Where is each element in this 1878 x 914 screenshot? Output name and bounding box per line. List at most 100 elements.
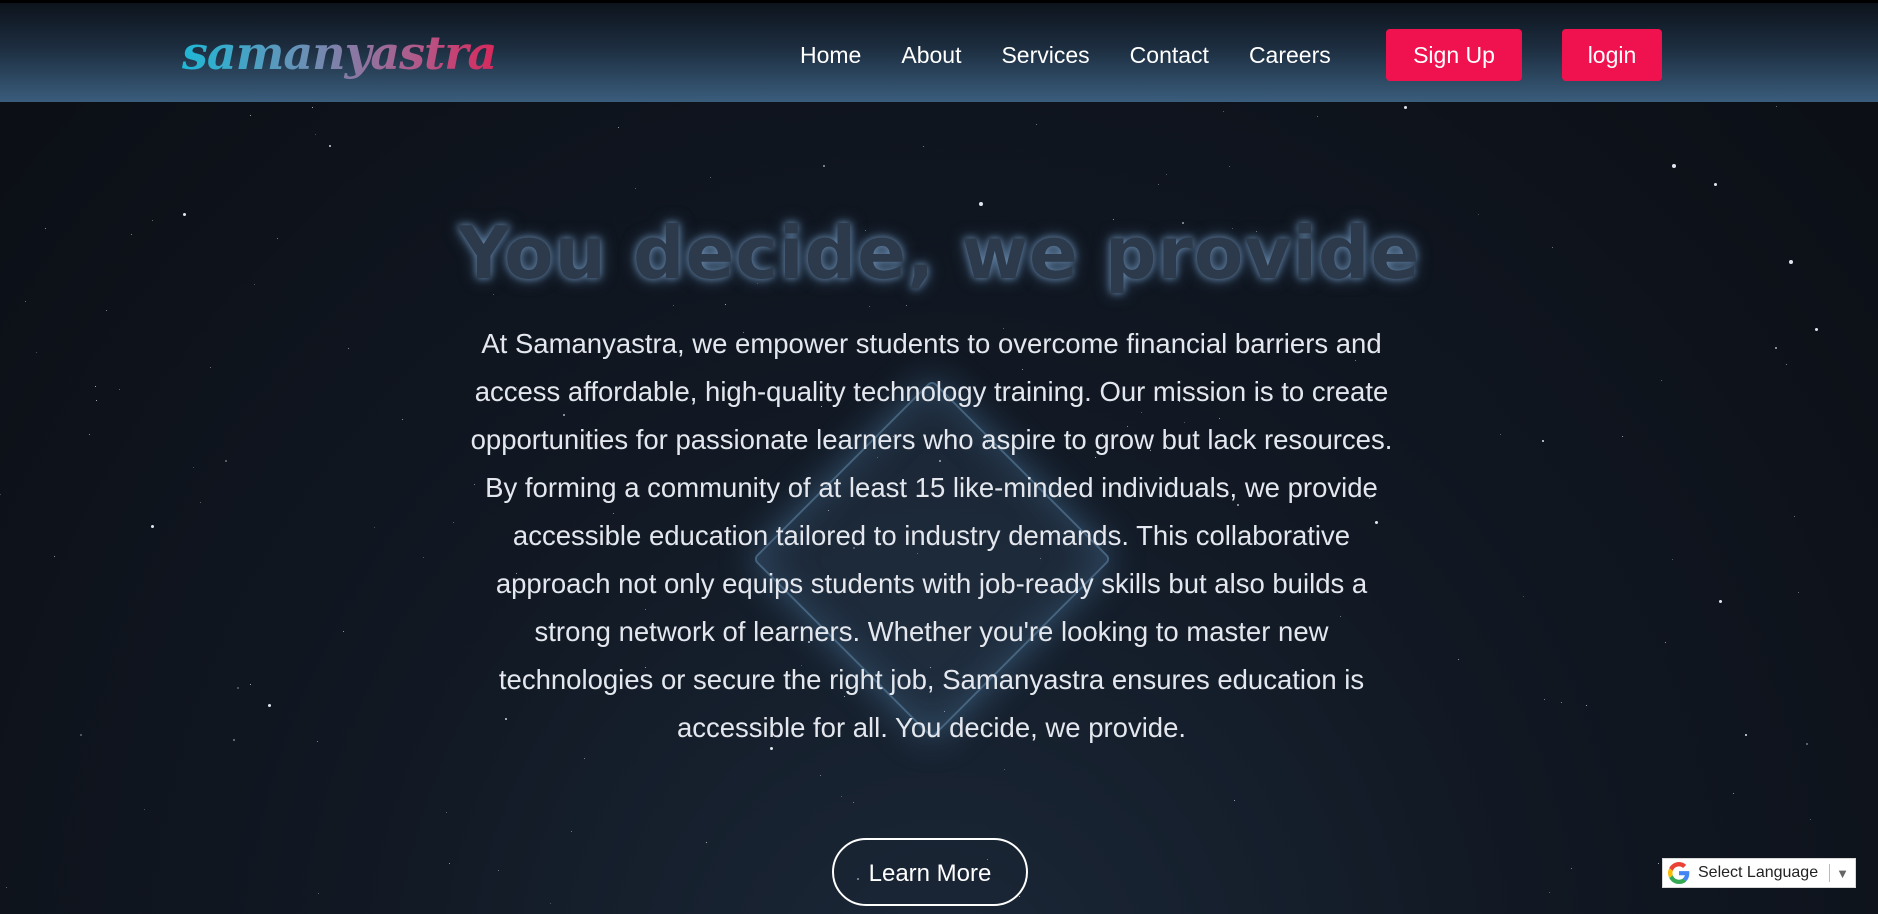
star	[453, 522, 454, 523]
star	[1786, 364, 1787, 365]
star	[6, 887, 7, 888]
star	[402, 419, 403, 420]
star	[1672, 559, 1673, 560]
star	[268, 704, 271, 707]
star	[1223, 111, 1224, 112]
star	[80, 734, 82, 736]
star	[1658, 863, 1659, 864]
star	[374, 527, 375, 528]
star	[906, 305, 907, 306]
star	[95, 386, 96, 387]
star	[498, 870, 499, 871]
nav-about[interactable]: About	[901, 42, 961, 69]
star	[923, 146, 924, 147]
star	[1571, 868, 1572, 869]
star	[1665, 642, 1666, 643]
star	[869, 306, 870, 307]
star	[1775, 347, 1777, 349]
star	[673, 305, 674, 306]
star	[36, 352, 37, 353]
star	[446, 812, 447, 813]
star	[348, 348, 349, 349]
nav-home[interactable]: Home	[800, 42, 861, 69]
star	[1158, 184, 1159, 185]
star	[1745, 734, 1747, 736]
star	[1720, 600, 1721, 601]
star	[725, 304, 726, 305]
main-nav: Home About Services Contact Careers	[780, 29, 1371, 81]
star	[1544, 699, 1545, 700]
star	[317, 741, 318, 742]
star	[106, 310, 107, 311]
star	[1661, 380, 1662, 381]
star	[618, 127, 619, 128]
brand-logo[interactable]: samanyastra	[182, 25, 497, 81]
star	[1776, 106, 1777, 107]
language-selector[interactable]: Select Language ▼	[1662, 858, 1856, 888]
star	[1719, 600, 1722, 603]
star	[1810, 819, 1811, 820]
star	[584, 758, 585, 759]
star	[193, 467, 194, 468]
star	[1549, 892, 1550, 893]
star	[1798, 592, 1799, 593]
star	[250, 115, 251, 116]
star	[1672, 164, 1676, 168]
star	[449, 863, 450, 864]
divider	[1829, 864, 1831, 882]
star	[710, 177, 711, 178]
star	[144, 809, 145, 810]
star	[25, 301, 26, 302]
star	[318, 893, 319, 894]
star	[1500, 434, 1501, 435]
star	[119, 389, 120, 390]
star	[312, 107, 313, 108]
star	[1561, 702, 1562, 703]
star	[0, 494, 1, 495]
star	[315, 134, 316, 135]
star	[1523, 596, 1524, 597]
star	[635, 188, 636, 189]
star	[571, 831, 572, 832]
star	[329, 145, 331, 147]
star	[1815, 328, 1818, 331]
signup-button[interactable]: Sign Up	[1386, 29, 1522, 81]
google-g-icon	[1668, 862, 1690, 884]
star	[1542, 440, 1544, 442]
star	[200, 502, 201, 503]
learn-more-button[interactable]: Learn More	[832, 838, 1028, 906]
star	[89, 434, 90, 435]
star	[1806, 743, 1808, 745]
star	[1458, 659, 1459, 660]
star	[823, 165, 825, 167]
star	[1794, 516, 1795, 517]
star	[1019, 896, 1020, 897]
nav-contact[interactable]: Contact	[1130, 42, 1209, 69]
star	[1733, 793, 1734, 794]
hero-title: You decide, we provide	[457, 211, 1421, 295]
star	[225, 460, 227, 462]
star	[1586, 705, 1587, 706]
page: samanyastra Home About Services Contact …	[0, 0, 1878, 914]
star	[1234, 800, 1235, 801]
star	[233, 739, 235, 741]
star	[841, 796, 842, 797]
hero-description: At Samanyastra, we empower students to o…	[470, 328, 1393, 743]
star	[423, 557, 424, 558]
nav-services[interactable]: Services	[1001, 42, 1089, 69]
star	[96, 400, 97, 401]
star	[1004, 769, 1005, 770]
star	[1714, 183, 1717, 186]
star	[1229, 166, 1230, 167]
star	[54, 556, 55, 557]
login-button[interactable]: login	[1562, 29, 1662, 81]
star	[706, 842, 707, 843]
star	[1166, 174, 1167, 175]
star	[1622, 436, 1623, 437]
nav-careers[interactable]: Careers	[1249, 42, 1331, 69]
star	[343, 631, 344, 632]
language-selector-label: Select Language	[1698, 864, 1819, 881]
star	[250, 684, 251, 685]
dropdown-arrow-icon: ▼	[1836, 865, 1849, 881]
site-header: samanyastra Home About Services Contact …	[0, 0, 1878, 102]
